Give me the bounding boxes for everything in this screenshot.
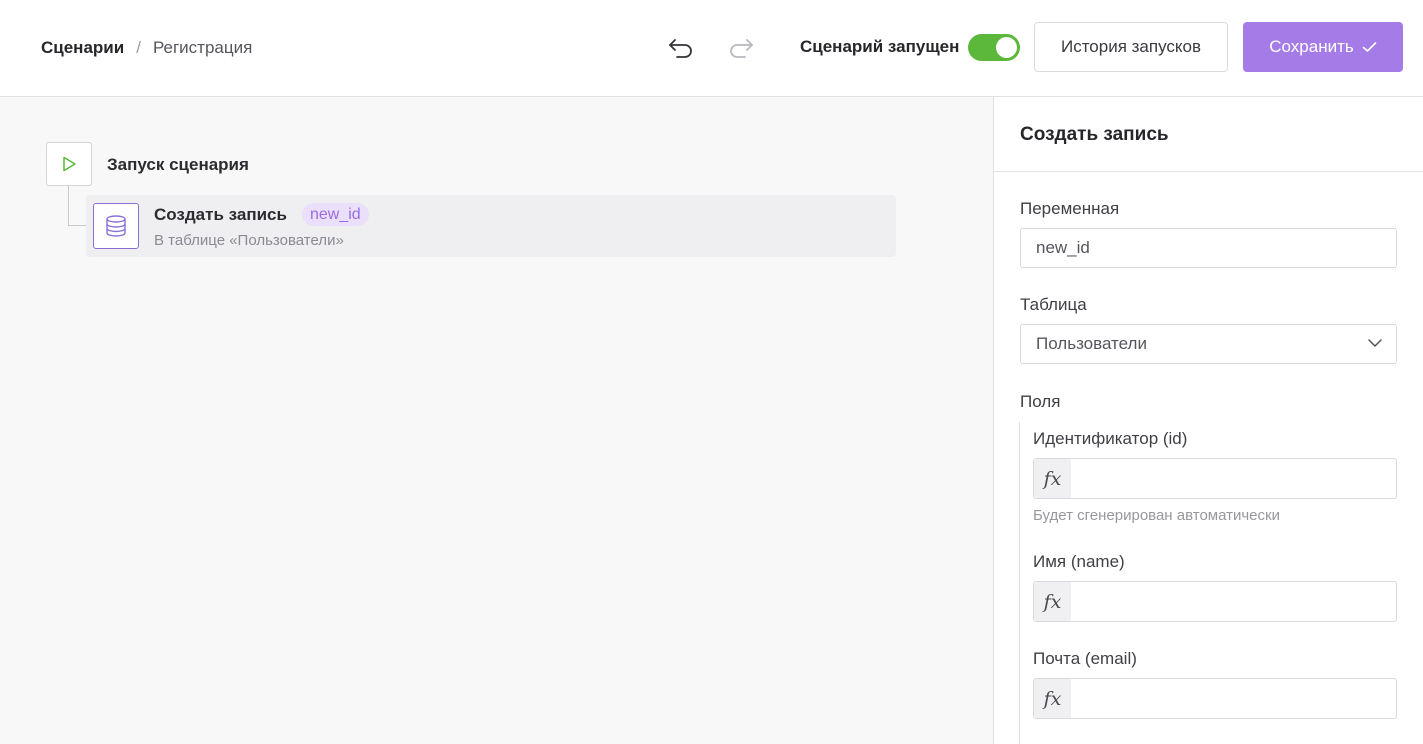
panel-header: Создать запись [994,97,1423,172]
breadcrumb-current: Регистрация [152,38,253,57]
formula-icon[interactable]: fx [1034,459,1071,498]
start-node[interactable] [46,142,92,186]
formula-icon[interactable]: fx [1034,679,1071,718]
top-bar: Сценарии / Регистрация Сценарий запущен … [0,0,1423,97]
field-hint-id: Будет сгенерирован автоматически [1033,507,1280,524]
scenario-canvas[interactable]: Запуск сценария Создать запись new_id В … [0,97,993,744]
field-input-email[interactable]: fx [1033,678,1397,719]
field-label-email: Почта (email) [1033,649,1137,668]
toggle-knob [996,37,1017,58]
node-title: Создать запись [154,205,287,224]
undo-icon [669,39,692,58]
fields-label: Поля [1020,392,1061,411]
start-node-label: Запуск сценария [107,155,249,174]
run-history-button[interactable]: История запусков [1034,22,1228,72]
field-input-name[interactable]: fx [1033,581,1397,622]
save-button[interactable]: Сохранить [1243,22,1403,72]
chevron-down-icon [1368,339,1382,347]
field-input-id[interactable]: fx [1033,458,1397,499]
variable-input[interactable]: new_id [1020,228,1397,268]
node-variable-badge: new_id [302,203,369,226]
run-history-label: История запусков [1060,37,1202,56]
save-label: Сохранить [1269,37,1354,56]
breadcrumb-separator: / [136,38,141,57]
create-record-node[interactable]: Создать запись new_id В таблице «Пользов… [86,195,896,257]
field-label-name: Имя (name) [1033,552,1125,571]
run-status-label: Сценарий запущен [800,37,960,56]
panel-title: Создать запись [1020,124,1169,145]
node-subtitle: В таблице «Пользователи» [154,232,344,249]
breadcrumb-scenarios-link[interactable]: Сценарии [41,38,124,58]
database-icon [93,203,139,249]
properties-panel: Создать запись Переменная new_id Таблица… [993,97,1423,744]
run-toggle[interactable] [968,34,1020,61]
table-label: Таблица [1020,295,1087,314]
field-label-id: Идентификатор (id) [1033,429,1188,448]
formula-icon[interactable]: fx [1034,582,1071,621]
play-icon [63,156,76,172]
check-icon [1362,42,1377,52]
redo-icon [730,39,753,58]
table-select[interactable]: Пользователи [1020,324,1397,364]
breadcrumb: Сценарии / Регистрация [41,37,252,59]
table-value: Пользователи [1036,334,1147,353]
redo-button[interactable] [726,33,756,63]
undo-button[interactable] [666,33,696,63]
variable-label: Переменная [1020,199,1120,218]
variable-value: new_id [1036,238,1090,257]
fields-group-line [1019,422,1020,744]
